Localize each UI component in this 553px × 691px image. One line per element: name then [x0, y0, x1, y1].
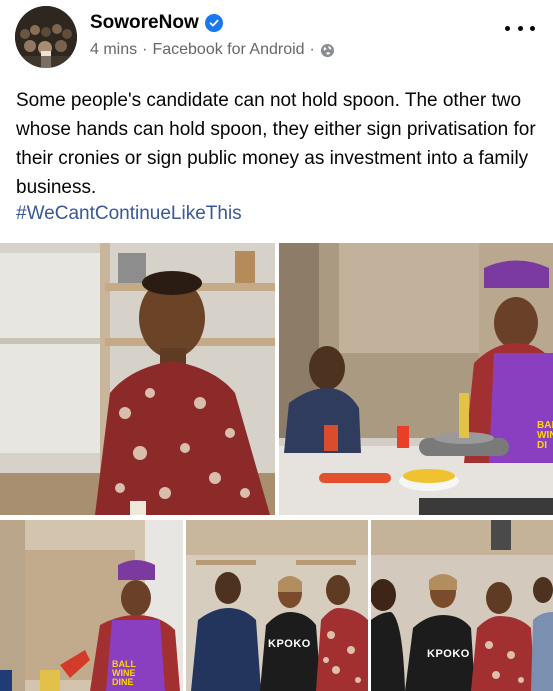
shirt-label-2: KPOKO — [427, 648, 470, 660]
more-options-icon[interactable] — [505, 18, 535, 38]
hashtag-link[interactable]: #WeCantContinueLikeThis — [16, 203, 242, 225]
apron-text-right: BAL WIN DI — [537, 420, 553, 451]
post-header: SoworeNow 4 mins · Facebook for Android … — [0, 0, 553, 80]
page-name-text[interactable]: SoworeNow — [90, 12, 199, 34]
photo-5[interactable]: KPOKO — [371, 520, 553, 691]
photo-3[interactable]: BALL WINE DINE — [0, 520, 183, 691]
meta-separator-2: · — [309, 41, 315, 58]
verified-badge-icon — [204, 14, 223, 32]
page-avatar[interactable] — [15, 6, 77, 68]
post-meta: 4 mins · Facebook for Android · — [90, 41, 335, 59]
post-text: Some people's candidate can not hold spo… — [16, 90, 536, 198]
photo-2[interactable]: BAL WIN DI — [279, 243, 553, 515]
photo-4[interactable]: KPOKO — [186, 520, 368, 691]
crowd-photo-icon — [15, 6, 77, 68]
shirt-label-1: KPOKO — [268, 638, 311, 650]
post-source: Facebook for Android — [152, 41, 305, 58]
globe-icon[interactable] — [320, 43, 335, 58]
meta-separator: · — [142, 41, 148, 58]
post-time[interactable]: 4 mins — [90, 41, 137, 59]
apron-text-bottom: BALL WINE DINE — [112, 659, 136, 687]
page-name[interactable]: SoworeNow — [90, 12, 223, 34]
photo-1[interactable] — [0, 243, 275, 515]
